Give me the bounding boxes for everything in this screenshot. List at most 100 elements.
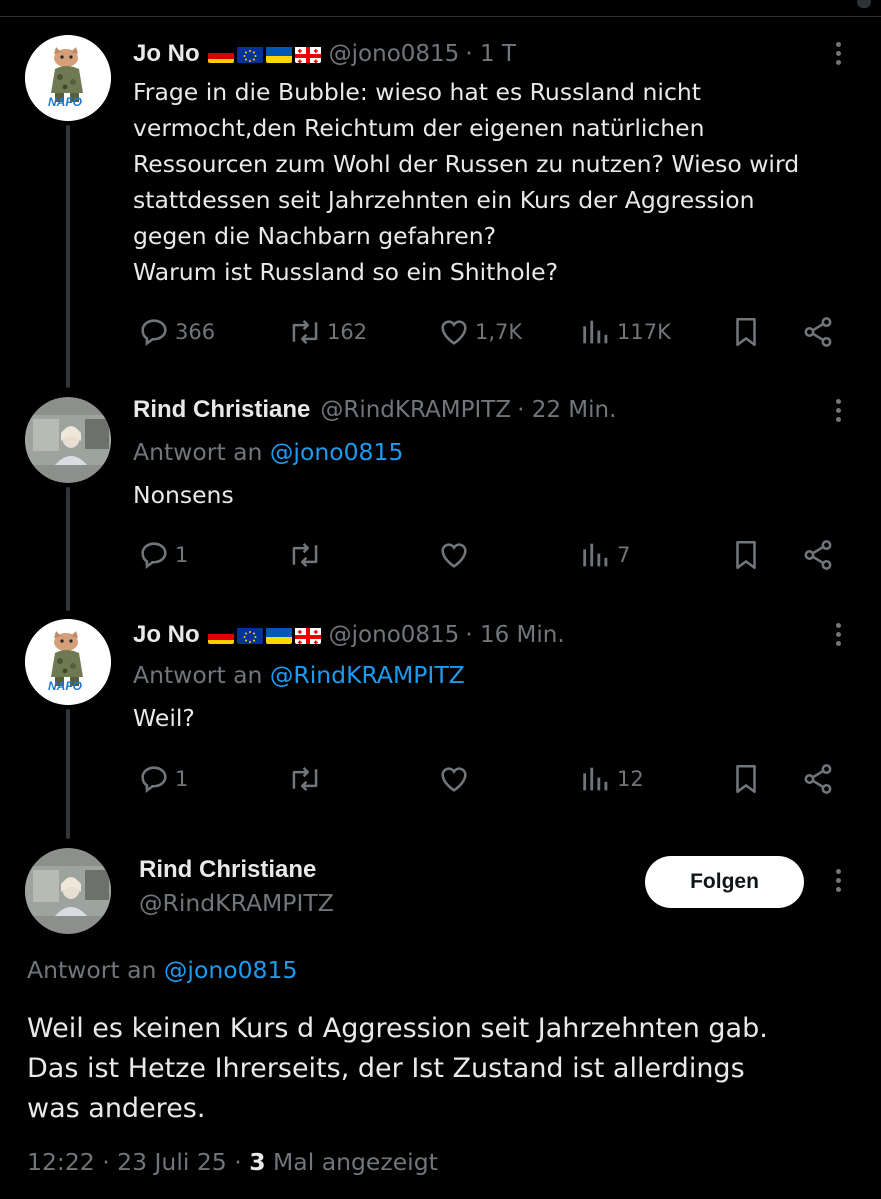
display-name[interactable]: Jo No [133,621,200,649]
main-tweet-text: Weil es keinen Kurs d Aggression seit Ja… [27,1009,847,1129]
georgia-flag-icon [294,626,321,644]
share-button[interactable] [801,315,835,349]
views-button[interactable]: 12 [579,762,644,796]
eu-flag-icon [236,45,263,63]
reply-mention-link[interactable]: @RindKRAMPITZ [270,661,465,689]
top-divider [0,16,881,17]
share-button[interactable] [801,762,835,796]
like-count: 1,7K [475,320,523,344]
timestamp[interactable]: · 22 Min. [517,397,616,423]
handle[interactable]: @jono0815 [329,41,460,67]
more-icon[interactable] [833,399,843,422]
tweet-text-line: vermocht,den Reichtum der eigenen natürl… [133,114,705,142]
reply-button[interactable]: 1 [137,762,188,796]
reply-count: 366 [175,320,216,344]
reply-icon [141,542,167,570]
tweet-text-line: stattdessen seit Jahrzehnten ein Kurs de… [133,186,755,214]
reply-icon [141,319,167,347]
timestamp[interactable]: · 16 Min. [465,622,564,648]
tweet-text: Nonsens [133,481,234,509]
tweet-text: Weil? [133,704,195,732]
avatar-badge: NAFO [48,679,82,693]
avatar-badge: NAFO [48,95,82,109]
tweet-text-line: gegen die Nachbarn gefahren? [133,222,497,250]
retweet-icon [292,320,318,344]
tweet-header: Jo No @jono0815 · 1 T [133,39,516,69]
handle[interactable]: @RindKRAMPITZ [139,889,334,917]
more-icon[interactable] [833,42,843,65]
reply-button[interactable]: 366 [137,315,215,349]
avatar[interactable]: NAFO [25,35,111,121]
tweet-header: Jo No @jono0815 · 16 Min. [133,620,565,650]
retweet-button[interactable]: 162 [287,315,367,349]
germany-flag-icon [207,45,234,63]
reply-mention-link[interactable]: @jono0815 [164,956,297,984]
share-button[interactable] [801,538,835,572]
reply-context: Antwort an @jono0815 [27,956,297,984]
reply-context: Antwort an @RindKRAMPITZ [133,661,465,689]
reply-prefix: Antwort an [133,661,263,689]
reply-prefix: Antwort an [133,438,263,466]
like-button[interactable] [437,538,471,572]
like-button[interactable] [437,762,471,796]
thread-line [66,487,70,611]
tweet-text-line: Frage in die Bubble: wieso hat es Russla… [133,78,701,106]
more-icon[interactable] [833,869,843,892]
bookmark-button[interactable] [729,538,763,572]
tweet-text-line: was anderes. [27,1093,206,1124]
handle[interactable]: @RindKRAMPITZ [320,397,511,423]
bookmark-icon [736,317,756,347]
georgia-flag-icon [294,45,321,63]
retweet-count: 162 [327,320,368,344]
germany-flag-icon [207,626,234,644]
reply-count: 1 [175,543,189,567]
timestamp[interactable]: 12:22 · 23 Juli 25 · [27,1148,242,1176]
tweet-header: Rind Christiane @RindKRAMPITZ · 22 Min. [133,395,616,425]
like-icon [441,543,467,568]
views-count: 117K [617,320,671,344]
reply-prefix: Antwort an [27,956,157,984]
reply-button[interactable]: 1 [137,538,188,572]
share-icon [804,764,832,794]
display-name[interactable]: Jo No [133,40,200,68]
like-button[interactable]: 1,7K [437,315,522,349]
avatar[interactable] [25,848,111,934]
retweet-icon [292,543,318,567]
retweet-button[interactable] [287,538,323,572]
follow-button[interactable]: Folgen [645,856,804,908]
reply-context: Antwort an @jono0815 [133,438,403,466]
share-icon [804,317,832,347]
handle[interactable]: @jono0815 [329,622,460,648]
views-icon [583,543,608,567]
timestamp[interactable]: · 1 T [465,41,516,67]
like-icon [441,320,467,345]
tweet-meta: 12:22 · 23 Juli 25 · 3 Mal angezeigt [27,1148,438,1176]
views-icon [583,767,608,791]
bookmark-icon [736,540,756,570]
display-name[interactable]: Rind Christiane [139,856,316,884]
tweet-text-line: Warum ist Russland so ein Shithole? [133,258,559,286]
avatar[interactable] [25,397,111,483]
bookmark-icon [736,764,756,794]
ukraine-flag-icon [265,626,292,644]
reply-count: 1 [175,767,189,791]
views-count: 7 [617,543,631,567]
views-button[interactable]: 117K [579,315,671,349]
tweet-text-line: Weil es keinen Kurs d Aggression seit Ja… [27,1013,768,1044]
display-name[interactable]: Rind Christiane [133,396,310,424]
share-icon [804,540,832,570]
views-button[interactable]: 7 [579,538,630,572]
retweet-button[interactable] [287,762,323,796]
reply-mention-link[interactable]: @jono0815 [270,438,403,466]
top-edge-marker [857,0,871,8]
flag-emojis [207,626,321,644]
like-icon [441,767,467,792]
more-icon[interactable] [833,623,843,646]
bookmark-button[interactable] [729,315,763,349]
reply-icon [141,766,167,794]
retweet-icon [292,767,318,791]
avatar[interactable]: NAFO [25,619,111,705]
eu-flag-icon [236,626,263,644]
tweet-text: Frage in die Bubble: wieso hat es Russla… [133,74,799,290]
bookmark-button[interactable] [729,762,763,796]
